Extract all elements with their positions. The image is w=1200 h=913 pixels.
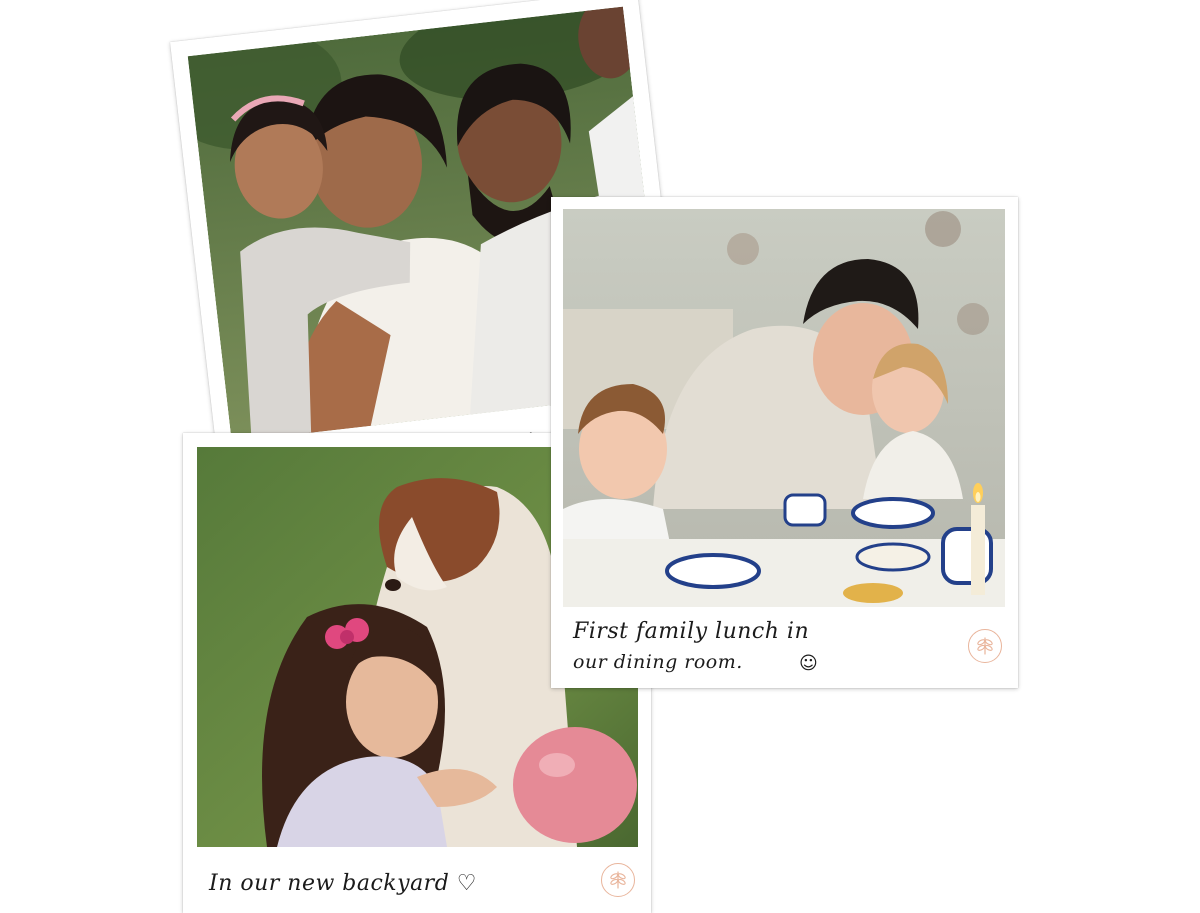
photo-caption: In our new backyard ♡ xyxy=(209,871,478,896)
polaroid-first-family-lunch: First family lunch in our dining room. ☺ xyxy=(551,197,1018,688)
heart-emoji: ♡ xyxy=(456,871,478,896)
smiley-emoji: ☺ xyxy=(799,653,818,674)
photo-caption-line-1: First family lunch in xyxy=(573,619,810,644)
leaf-emblem-icon xyxy=(968,629,1002,663)
family-lunch-photo xyxy=(563,209,1005,607)
photo-caption-line-2: our dining room. xyxy=(573,651,743,673)
leaf-emblem-icon xyxy=(601,863,635,897)
